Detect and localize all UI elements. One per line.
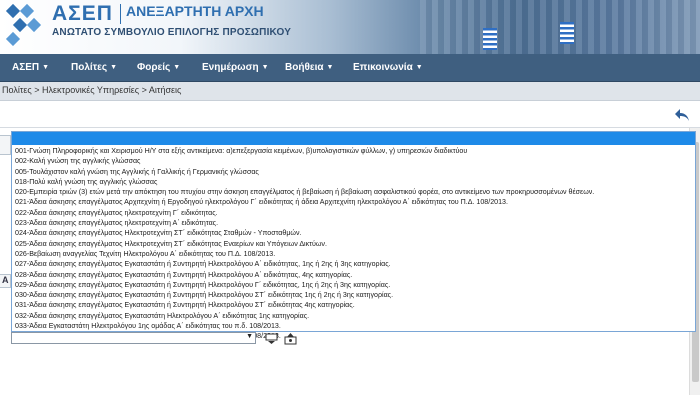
dropdown-option[interactable]: 025-Άδεια άσκησης επαγγέλματος Ηλεκτροτε…	[12, 239, 695, 249]
caret-down-icon: ▼	[261, 64, 269, 71]
nav-label: Πολίτες	[71, 62, 108, 73]
chevron-down-icon: ▼	[246, 333, 253, 340]
dropdown-option[interactable]: 030-Άδεια άσκησης επαγγέλματος Εγκαταστά…	[12, 290, 695, 300]
page: ΑΣΕΠ ΑΝΕΞΑΡΤΗΤΗ ΑΡΧΗ ΑΝΩΤΑΤΟ ΣΥΜΒΟΥΛΙΟ Ε…	[0, 0, 700, 395]
dropdown-option[interactable]: 005-Τουλάχιστον καλή γνώση της Αγγλικής …	[12, 167, 695, 177]
caret-down-icon: ▼	[42, 64, 50, 71]
dropdown-option[interactable]: 032-Άδεια άσκησης επαγγέλματος Εγκαταστά…	[12, 311, 695, 321]
qualification-select[interactable]: ▼	[11, 332, 256, 344]
breadcrumb-separator: >	[31, 85, 43, 95]
side-tab[interactable]	[0, 135, 11, 155]
dropdown-option[interactable]: 023-Άδεια άσκησης επαγγέλματος ηλεκτροτε…	[12, 218, 695, 228]
divider	[0, 127, 700, 128]
logo-tagline: ΑΝΩΤΑΤΟ ΣΥΜΒΟΥΛΙΟ ΕΠΙΛΟΓΗΣ ΠΡΟΣΩΠΙΚΟΥ	[52, 27, 292, 38]
qualification-dropdown-list[interactable]: 001-Γνώση Πληροφορικής και Χειρισμού Η/Υ…	[11, 131, 696, 340]
logo-title[interactable]: ΑΣΕΠ	[52, 2, 113, 26]
dropdown-option[interactable]: 031-Άδεια άσκησης επαγγέλματος Εγκαταστά…	[12, 300, 695, 310]
logo-icon[interactable]	[2, 2, 46, 46]
caret-down-icon: ▼	[173, 64, 181, 71]
nav-label: Επικοινωνία	[353, 62, 413, 73]
dropdown-option[interactable]: 029-Άδεια άσκησης επαγγέλματος Εγκαταστά…	[12, 280, 695, 290]
flag-icon	[560, 22, 574, 44]
dropdown-selected-option[interactable]	[12, 132, 695, 145]
nav-label: Βοήθεια	[285, 62, 324, 73]
dropdown-option[interactable]: 026-Βεβαίωση αναγγελίας Τεχνίτη Ηλεκτρολ…	[12, 249, 695, 259]
dropdown-option[interactable]: 020-Εμπειρία τριών (3) ετών μετά την από…	[12, 187, 695, 197]
caret-down-icon: ▼	[415, 64, 423, 71]
dropdown-option[interactable]: 024-Άδεια άσκησης επαγγέλματος Ηλεκτροτε…	[12, 228, 695, 238]
breadcrumb-link-citizens[interactable]: Πολίτες	[2, 85, 32, 95]
caret-down-icon: ▼	[110, 64, 118, 71]
logo-divider	[120, 4, 121, 24]
header-banner: ΑΣΕΠ ΑΝΕΞΑΡΤΗΤΗ ΑΡΧΗ ΑΝΩΤΑΤΟ ΣΥΜΒΟΥΛΙΟ Ε…	[0, 0, 700, 54]
dropdown-option[interactable]: 028-Άδεια άσκησης επαγγέλματος Εγκαταστά…	[12, 270, 695, 280]
breadcrumb-link-eservices[interactable]: Ηλεκτρονικές Υπηρεσίες	[42, 85, 139, 95]
nav-item-contact[interactable]: Επικοινωνία ▼	[353, 62, 423, 73]
breadcrumb: Πολίτες > Ηλεκτρονικές Υπηρεσίες > Αιτήσ…	[2, 85, 181, 95]
dropdown-option[interactable]: 018-Πολύ καλή γνώση της αγγλικής γλώσσας	[12, 177, 695, 187]
nav-item-citizens[interactable]: Πολίτες ▼	[71, 62, 117, 73]
dropdown-options: 001-Γνώση Πληροφορικής και Χειρισμού Η/Υ…	[12, 146, 695, 342]
dropdown-option[interactable]: 022-Άδεια άσκησης επαγγέλματος ηλεκτροτε…	[12, 208, 695, 218]
dropdown-option[interactable]: 027-Άδεια άσκησης επαγγέλματος Εγκαταστά…	[12, 259, 695, 269]
nav-label: Φορείς	[137, 62, 171, 73]
dropdown-option[interactable]: 021-Άδεια άσκησης επαγγέλματος Αρχιτεχνί…	[12, 197, 695, 207]
back-arrow-icon[interactable]	[674, 108, 690, 122]
add-item-icon[interactable]	[265, 333, 278, 345]
nav-item-agencies[interactable]: Φορείς ▼	[137, 62, 180, 73]
nav-item-asep[interactable]: ΑΣΕΠ ▼	[12, 62, 49, 73]
breadcrumb-separator: >	[139, 85, 149, 95]
nav-label: Ενημέρωση	[202, 62, 259, 73]
side-tab-label: A	[0, 274, 11, 288]
breadcrumb-bar: Πολίτες > Ηλεκτρονικές Υπηρεσίες > Αιτήσ…	[0, 82, 700, 101]
caret-down-icon: ▼	[326, 64, 334, 71]
dropdown-option[interactable]: 033-Άδεια Εγκαταστάτη Ηλεκτρολόγου 1ης ο…	[12, 321, 695, 331]
main-nav: ΑΣΕΠ ▼ Πολίτες ▼ Φορείς ▼ Ενημέρωση ▼ Βοήθει…	[0, 54, 700, 82]
nav-item-news[interactable]: Ενημέρωση ▼	[202, 62, 269, 73]
remove-item-icon[interactable]	[284, 333, 297, 345]
nav-label: ΑΣΕΠ	[12, 62, 40, 73]
dropdown-option[interactable]: 002-Καλή γνώση της αγγλικής γλώσσας	[12, 156, 695, 166]
logo-subtitle: ΑΝΕΞΑΡΤΗΤΗ ΑΡΧΗ	[126, 3, 264, 19]
flag-icon	[483, 28, 497, 50]
nav-item-help[interactable]: Βοήθεια ▼	[285, 62, 333, 73]
dropdown-option[interactable]: 001-Γνώση Πληροφορικής και Χειρισμού Η/Υ…	[12, 146, 695, 156]
breadcrumb-current: Αιτήσεις	[148, 85, 182, 95]
